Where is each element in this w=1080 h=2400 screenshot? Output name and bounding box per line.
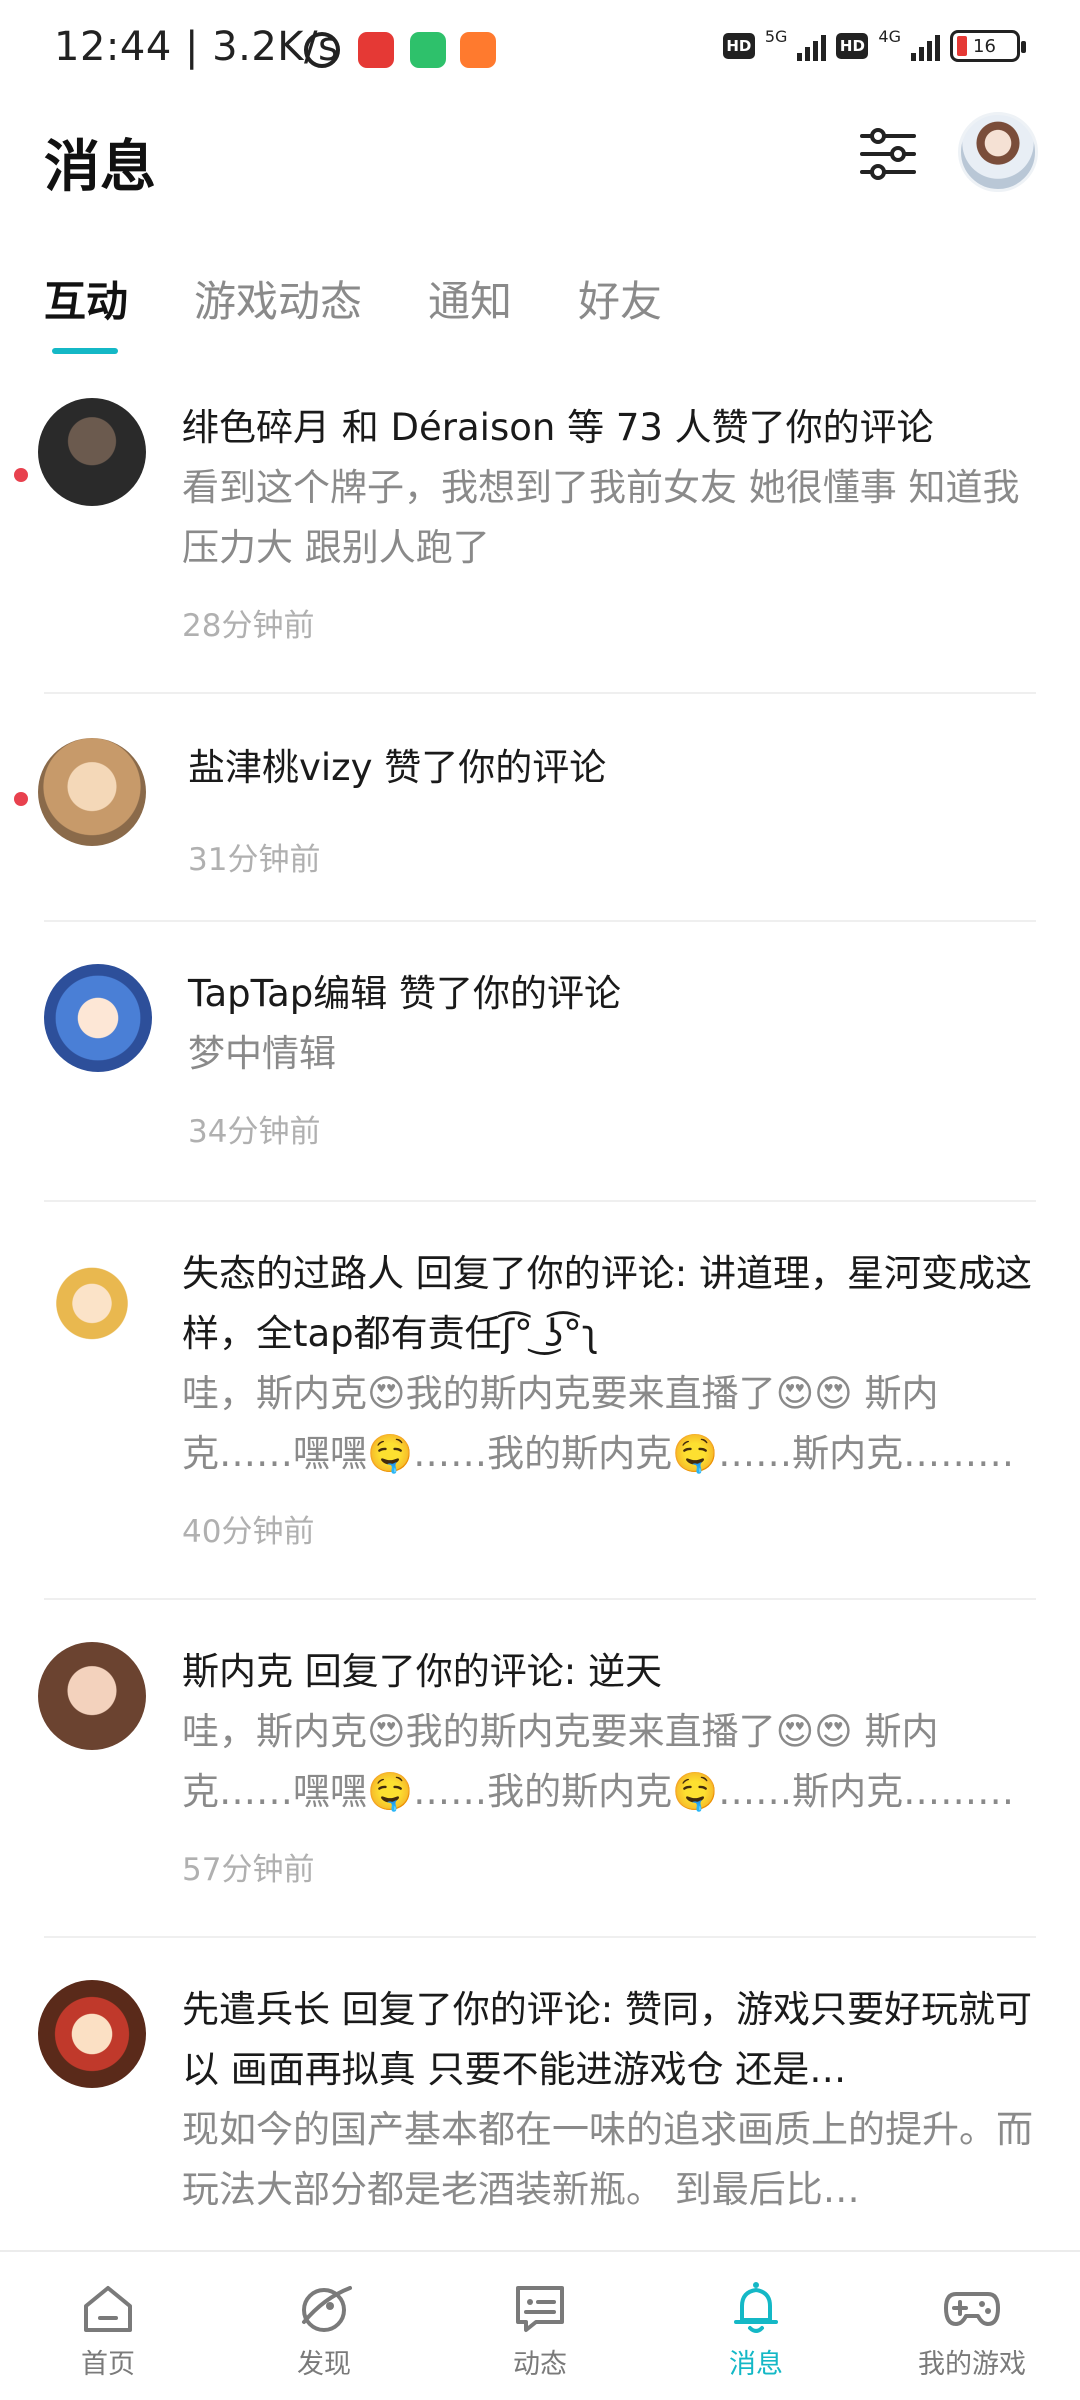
- avatar[interactable]: [38, 1980, 146, 2088]
- avatar[interactable]: [38, 398, 146, 506]
- nav-label: 动态: [513, 2349, 567, 2380]
- tab-friends[interactable]: 好友: [578, 268, 662, 329]
- message-time: 28分钟前: [182, 608, 315, 644]
- bell-icon: [734, 2282, 778, 2333]
- network-5g-label: 5G: [764, 26, 788, 46]
- status-bar: 12:44 | 3.2K/s HD 5G HD 4G 16: [0, 0, 1080, 100]
- nav-my-games[interactable]: 我的游戏: [864, 2252, 1080, 2400]
- avatar[interactable]: [38, 738, 146, 846]
- hd-icon: HD: [722, 33, 755, 59]
- tab-notifications[interactable]: 通知: [428, 268, 512, 329]
- message-item[interactable]: 盐津桃vizy 赞了你的评论 31分钟前: [0, 738, 1080, 918]
- nav-discover[interactable]: 发现: [216, 2252, 432, 2400]
- signal-icon: [797, 31, 827, 61]
- message-item[interactable]: TapTap编辑 赞了你的评论 梦中情辑 34分钟前: [0, 964, 1080, 1184]
- discover-icon: [302, 2286, 352, 2332]
- page-title: 消息: [44, 135, 156, 200]
- unread-dot: [14, 468, 28, 482]
- gamepad-icon: [944, 2292, 1000, 2326]
- avatar[interactable]: [44, 964, 152, 1072]
- home-icon: [84, 2286, 132, 2332]
- message-snippet: 看到这个牌子，我想到了我前女友 她很懂事 知道我压力大 跟别人跑了: [182, 466, 1020, 569]
- message-item[interactable]: 失态的过路人 回复了你的评论: 讲道理，星河变成这样，全tap都有责任ʃ͡° ͜…: [0, 1244, 1080, 1604]
- hd-icon-2: HD: [836, 33, 869, 59]
- network-4g-label: 4G: [878, 26, 901, 46]
- nav-label: 消息: [729, 2349, 783, 2380]
- avatar[interactable]: [38, 1244, 146, 1352]
- message-snippet: 哇，斯内克😍我的斯内克要来直播了😍😍 斯内克……嘿嘿🤤……我的斯内克🤤……斯内克…: [182, 1710, 1015, 1813]
- message-title: 斯内克 回复了你的评论: 逆天: [182, 1650, 662, 1693]
- divider: [44, 1200, 1036, 1202]
- message-tabs: 互动 游戏动态 通知 好友: [44, 268, 662, 329]
- divider: [44, 692, 1036, 694]
- divider: [44, 1936, 1036, 1938]
- alarm-icon: [304, 32, 340, 68]
- nav-moments[interactable]: 动态: [432, 2252, 648, 2400]
- message-title: 盐津桃vizy 赞了你的评论: [188, 746, 607, 789]
- message-item[interactable]: 绯色碎月 和 Déraison 等 73 人赞了你的评论 看到这个牌子，我想到了…: [0, 398, 1080, 688]
- message-snippet: 梦中情辑: [188, 1032, 336, 1075]
- unread-dot: [14, 792, 28, 806]
- nav-home[interactable]: 首页: [0, 2252, 216, 2400]
- battery-icon: 16: [950, 30, 1026, 62]
- status-time: 12:44 | 3.2K/s: [54, 24, 340, 70]
- divider: [44, 920, 1036, 922]
- filter-settings-icon[interactable]: [858, 124, 918, 184]
- moments-icon: [516, 2286, 564, 2332]
- tab-indicator: [52, 348, 118, 354]
- wechat-icon: [410, 32, 446, 68]
- message-time: 57分钟前: [182, 1852, 315, 1888]
- message-time: 40分钟前: [182, 1514, 315, 1550]
- message-snippet: 哇，斯内克😍我的斯内克要来直播了😍😍 斯内克……嘿嘿🤤……我的斯内克🤤……斯内克…: [182, 1372, 1015, 1475]
- nav-label: 发现: [297, 2349, 351, 2380]
- nav-label: 首页: [81, 2349, 135, 2380]
- message-time: 34分钟前: [188, 1114, 321, 1150]
- message-title: 失态的过路人 回复了你的评论: 讲道理，星河变成这样，全tap都有责任ʃ͡° ͜…: [182, 1252, 1032, 1355]
- nav-label: 我的游戏: [918, 2349, 1026, 2380]
- nav-messages[interactable]: 消息: [648, 2252, 864, 2400]
- message-item[interactable]: 先遣兵长 回复了你的评论: 赞同，游戏只要好玩就可以 画面再拟真 只要不能进游戏…: [0, 1980, 1080, 2240]
- status-right: HD 5G HD 4G 16: [722, 26, 1026, 62]
- message-title: 绯色碎月 和 Déraison 等 73 人赞了你的评论: [182, 406, 934, 449]
- message-item[interactable]: 斯内克 回复了你的评论: 逆天 哇，斯内克😍我的斯内克要来直播了😍😍 斯内克………: [0, 1642, 1080, 1942]
- user-avatar[interactable]: [958, 112, 1038, 192]
- message-time: 31分钟前: [188, 842, 321, 878]
- tab-game-news[interactable]: 游戏动态: [194, 268, 362, 329]
- tab-interaction[interactable]: 互动: [44, 268, 128, 329]
- battery-level: 16: [973, 35, 996, 57]
- message-snippet: 现如今的国产基本都在一味的追求画质上的提升。而玩法大部分都是老酒装新瓶。 到最后…: [182, 2108, 1033, 2211]
- signal-icon-2: [911, 31, 940, 61]
- avatar[interactable]: [38, 1642, 146, 1750]
- divider: [44, 1598, 1036, 1600]
- bottom-nav: 首页 发现 动态 消息 我的游戏: [0, 2250, 1080, 2400]
- message-title: TapTap编辑 赞了你的评论: [188, 972, 622, 1015]
- music-app-icon: [358, 32, 394, 68]
- message-title: 先遣兵长 回复了你的评论: 赞同，游戏只要好玩就可以 画面再拟真 只要不能进游戏…: [182, 1988, 1032, 2091]
- video-app-icon: [460, 32, 496, 68]
